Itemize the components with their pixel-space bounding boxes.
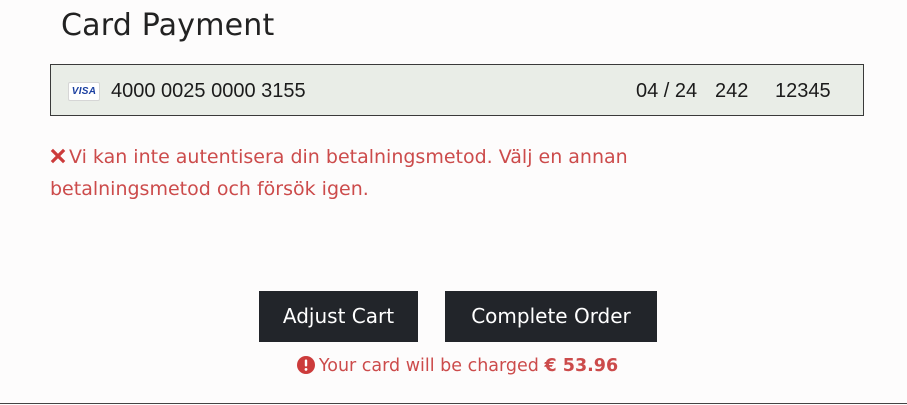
page-title: Card Payment [61,8,275,43]
close-x-icon [50,148,66,164]
bottom-divider [0,403,907,404]
card-cvc-input[interactable]: 242 [715,79,748,103]
complete-order-button[interactable]: Complete Order [445,291,657,342]
charge-notice: Your card will be charged € 53.96 [0,354,907,378]
exclamation-circle-icon [296,356,315,374]
visa-icon: VISA [68,82,100,101]
error-message-text: Vi kan inte autentisera din betalningsme… [50,146,628,200]
adjust-cart-button[interactable]: Adjust Cart [259,291,418,342]
card-input-field[interactable]: VISA 4000 0025 0000 3155 04 / 24 242 123… [50,64,864,116]
card-expiry-input[interactable]: 04 / 24 [636,79,697,103]
charge-notice-text: Your card will be charged [318,356,539,376]
card-number-input[interactable]: 4000 0025 0000 3155 [111,79,306,103]
charge-amount: € 53.96 [544,356,619,376]
card-postal-code-input[interactable]: 12345 [775,79,831,103]
error-message: Vi kan inte autentisera din betalningsme… [50,141,730,205]
